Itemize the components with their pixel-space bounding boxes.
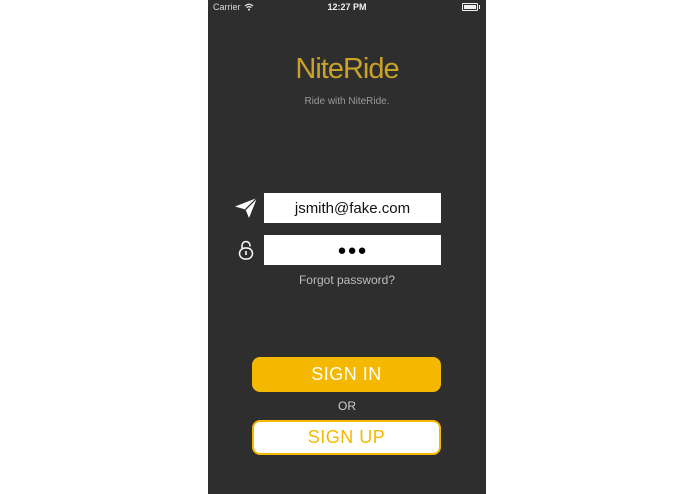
sign-in-button[interactable]: SIGN IN — [252, 357, 441, 392]
forgot-password-link[interactable]: Forgot password? — [208, 273, 486, 287]
status-bar: Carrier 12:27 PM — [208, 0, 486, 14]
password-field[interactable]: ●●● — [264, 235, 441, 265]
status-time: 12:27 PM — [327, 2, 367, 12]
sign-in-label: SIGN IN — [311, 364, 382, 384]
sign-up-label: SIGN UP — [307, 427, 386, 447]
password-field-value: ●●● — [337, 241, 368, 259]
or-separator: OR — [338, 399, 356, 413]
lock-icon — [233, 235, 259, 265]
app-screen: Carrier 12:27 PM NiteRide Ride with Nite… — [208, 0, 486, 494]
email-field-value: jsmith@fake.com — [294, 199, 411, 217]
email-field[interactable]: jsmith@fake.com — [264, 193, 441, 223]
password-row: ●●● — [233, 235, 443, 265]
app-tagline: Ride with NiteRide. — [304, 96, 390, 107]
email-row: jsmith@fake.com — [233, 193, 443, 223]
battery-nub — [479, 5, 480, 9]
battery-level — [464, 5, 476, 9]
battery-icon — [462, 3, 480, 11]
app-title: NiteRide — [295, 53, 399, 85]
paper-plane-icon — [233, 193, 259, 223]
sign-up-button[interactable]: SIGN UP — [252, 420, 441, 455]
